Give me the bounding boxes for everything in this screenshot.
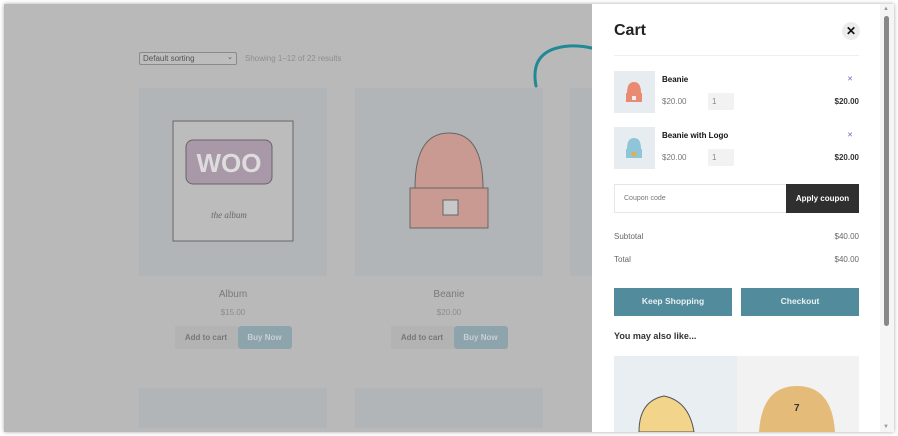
sort-select[interactable]: Default sorting ⌄ xyxy=(139,52,237,65)
product-name[interactable]: Beanie xyxy=(355,289,543,300)
cart-item-price: $20.00 xyxy=(662,97,687,106)
quantity-input[interactable]: 1 xyxy=(708,149,734,166)
recommendations-title: You may also like... xyxy=(614,331,697,341)
recommended-product-cap[interactable] xyxy=(614,356,737,432)
subtotal-value: $40.00 xyxy=(834,232,859,241)
total-value: $40.00 xyxy=(834,255,859,264)
sort-label: Default sorting xyxy=(143,54,195,63)
product-card: Beanie $20.00 Add to cart Buy Now xyxy=(355,88,543,349)
apply-coupon-button[interactable]: Apply coupon xyxy=(786,184,859,213)
cart-item-price: $20.00 xyxy=(662,153,687,162)
add-to-cart-button[interactable]: Add to cart xyxy=(390,326,454,349)
coupon-placeholder: Coupon code xyxy=(624,195,666,202)
subtotal-label: Subtotal xyxy=(614,232,644,241)
scroll-up-icon[interactable]: ▲ xyxy=(883,6,889,12)
svg-text:the album: the album xyxy=(211,210,247,220)
product-card: WOO the album Album $15.00 Add to cart Buy… xyxy=(139,88,327,349)
cart-item-total: $20.00 xyxy=(834,97,859,106)
quantity-input[interactable]: 1 xyxy=(708,93,734,110)
browser-viewport: Default sorting ⌄ Showing 1–12 of 22 resu… xyxy=(4,4,894,432)
cart-item-total: $20.00 xyxy=(834,153,859,162)
keep-shopping-button[interactable]: Keep Shopping xyxy=(614,288,732,316)
subtotal-row: Subtotal $40.00 xyxy=(614,232,859,241)
cart-item: Beanie $20.00 1 ✕ $20.00 xyxy=(614,71,859,113)
product-card xyxy=(355,388,543,428)
remove-item-icon[interactable]: ✕ xyxy=(847,131,853,139)
svg-text:WOO: WOO xyxy=(197,148,262,178)
svg-text:7: 7 xyxy=(794,403,800,414)
scrollbar-thumb[interactable] xyxy=(884,16,889,326)
coupon-input[interactable]: Coupon code Apply coupon xyxy=(614,184,859,213)
product-price: $20.00 xyxy=(436,308,462,317)
total-row: Total $40.00 xyxy=(614,255,859,264)
remove-item-icon[interactable]: ✕ xyxy=(847,75,853,83)
cart-item-name[interactable]: Beanie with Logo xyxy=(662,131,728,140)
divider xyxy=(614,55,859,56)
cart-drawer: Cart ✕ Beanie $20.00 1 ✕ $20.00 Beanie w… xyxy=(592,4,880,432)
product-image-album[interactable]: WOO the album xyxy=(139,88,327,276)
add-to-cart-button[interactable]: Add to cart xyxy=(174,326,238,349)
recommended-product-cap-photo[interactable]: 7 xyxy=(736,356,859,432)
buy-now-button[interactable]: Buy Now xyxy=(453,326,508,349)
product-thumbnail[interactable] xyxy=(614,127,655,169)
cart-item-name[interactable]: Beanie xyxy=(662,75,688,84)
close-icon[interactable]: ✕ xyxy=(842,22,860,40)
chevron-down-icon: ⌄ xyxy=(227,54,233,61)
recommended-products: 7 xyxy=(614,356,859,432)
cart-item: Beanie with Logo $20.00 1 ✕ $20.00 xyxy=(614,127,859,169)
buy-now-button[interactable]: Buy Now xyxy=(237,326,292,349)
scrollbar[interactable]: ▲ ▼ xyxy=(880,4,894,432)
product-card xyxy=(139,388,327,428)
product-price: $15.00 xyxy=(220,308,246,317)
result-count: Showing 1–12 of 22 results xyxy=(245,54,342,63)
total-label: Total xyxy=(614,255,631,264)
product-image[interactable] xyxy=(139,388,327,428)
product-name[interactable]: Album xyxy=(139,289,327,300)
scroll-down-icon[interactable]: ▼ xyxy=(883,424,889,430)
product-thumbnail[interactable] xyxy=(614,71,655,113)
cart-title: Cart xyxy=(614,22,647,39)
checkout-button[interactable]: Checkout xyxy=(741,288,859,316)
product-image-beanie[interactable] xyxy=(355,88,543,276)
product-image[interactable] xyxy=(355,388,543,428)
